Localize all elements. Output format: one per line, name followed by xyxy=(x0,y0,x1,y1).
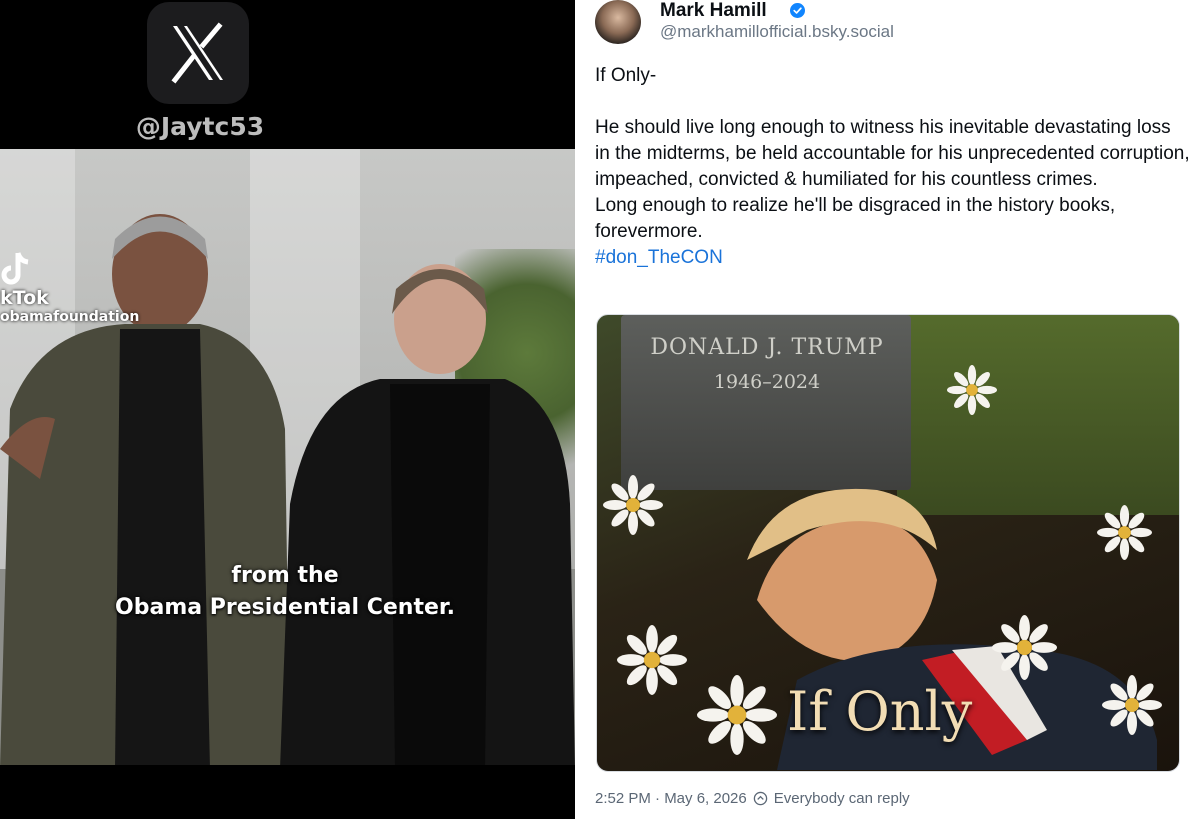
hashtag-link[interactable]: #don_TheCON xyxy=(595,247,723,268)
social-post: Mark Hamill @markhamillofficial.bsky.soc… xyxy=(575,0,1200,819)
tiktok-icon xyxy=(1,252,29,285)
author-display-name[interactable]: Mark Hamill xyxy=(660,0,767,22)
daisy-flower xyxy=(1102,675,1162,735)
post-text-line: If Only- xyxy=(595,65,657,86)
x-logo-icon xyxy=(147,2,249,104)
video-caption-line1: from the xyxy=(231,563,339,588)
daisy-flower xyxy=(697,675,777,755)
reply-setting-label[interactable]: Everybody can reply xyxy=(774,790,910,807)
daisy-flower xyxy=(992,615,1057,680)
daisy-flower xyxy=(1097,505,1152,560)
headstone-dates: 1946–2024 xyxy=(713,371,821,393)
daisy-flower xyxy=(617,625,687,695)
watermark-handle: @Jaytc53 xyxy=(135,112,265,141)
avatar[interactable] xyxy=(595,0,641,44)
verified-check-icon xyxy=(790,3,805,18)
post-text: If Only- He should live long enough to w… xyxy=(595,63,1190,271)
tiktok-username: obamafoundation xyxy=(0,309,140,325)
person-right xyxy=(280,264,575,765)
daisy-flower xyxy=(603,475,663,535)
post-meta: 2:52 PM · May 6, 2026 Everybody can repl… xyxy=(595,790,910,807)
author-handle[interactable]: @markhamillofficial.bsky.social xyxy=(660,22,894,42)
post-image[interactable]: DONALD J. TRUMP 1946–2024 If Only xyxy=(596,314,1180,772)
post-timestamp[interactable]: 2:52 PM · May 6, 2026 xyxy=(595,790,747,807)
post-text-paragraph: He should live long enough to witness hi… xyxy=(595,117,1190,190)
video-caption-line2: Obama Presidential Center. xyxy=(115,595,455,620)
image-overlay-title: If Only xyxy=(787,680,973,743)
post-text-paragraph-2: Long enough to realize he'll be disgrace… xyxy=(595,195,1116,242)
headstone-name: DONALD J. TRUMP xyxy=(650,335,884,360)
reply-settings-icon xyxy=(753,791,767,806)
daisy-flower xyxy=(947,365,997,415)
tiktok-watermark: kTok obamafoundation xyxy=(0,252,140,325)
video-frame: kTok obamafoundation from the Obama Pres… xyxy=(0,149,575,765)
tiktok-app-name: kTok xyxy=(0,287,49,309)
video-panel: @Jaytc53 kTok obamafoundation from the O… xyxy=(0,0,575,819)
